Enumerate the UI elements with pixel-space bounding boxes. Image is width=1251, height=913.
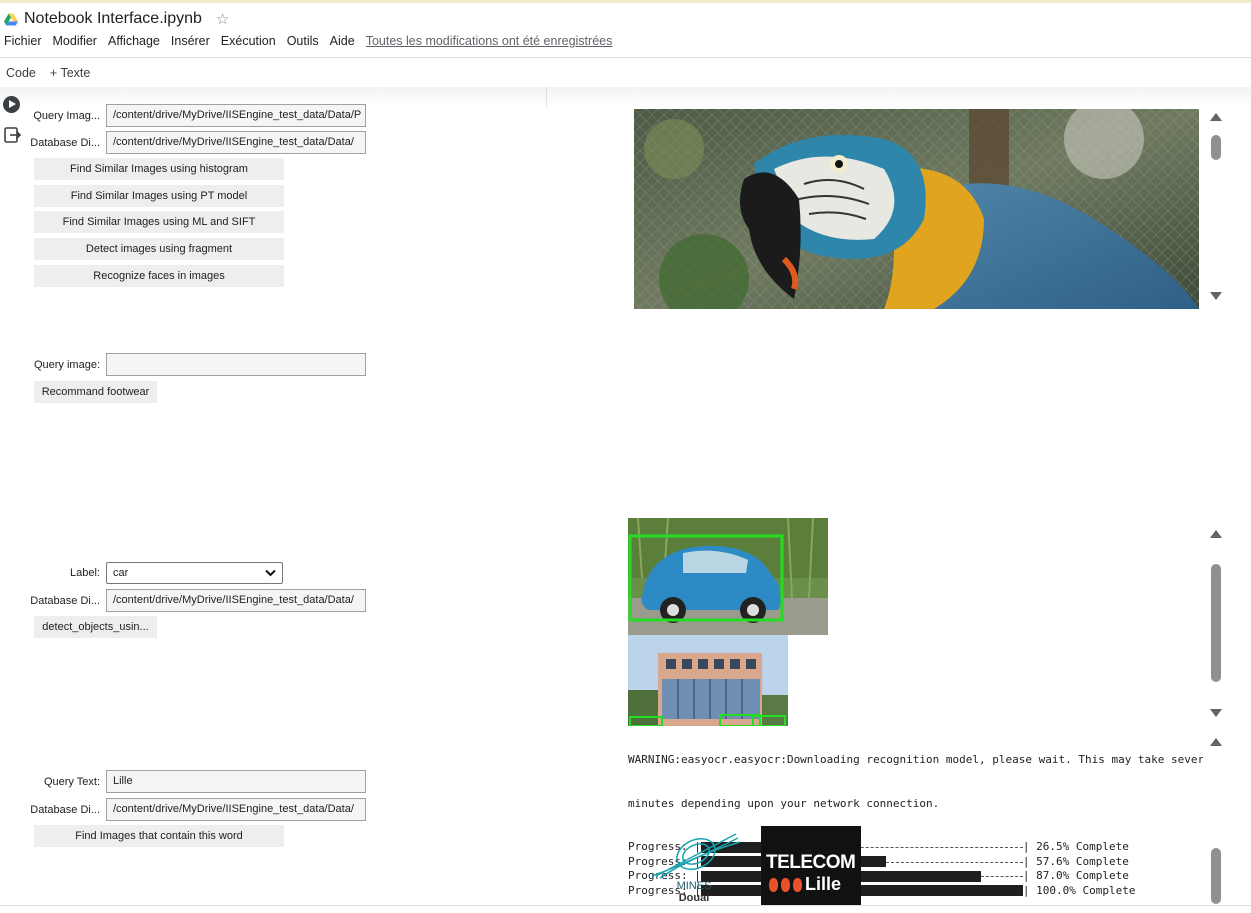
label-select[interactable]: car bbox=[106, 562, 283, 584]
output1-scrollbar[interactable] bbox=[1206, 109, 1226, 309]
warning-line-1: WARNING:easyocr.easyocr:Downloading reco… bbox=[628, 753, 1203, 766]
footwear-query-input[interactable] bbox=[106, 353, 366, 376]
database-dir-input-2[interactable]: /content/drive/MyDrive/IISEngine_test_da… bbox=[106, 589, 366, 612]
progress-suffix: | 87.0% Complete bbox=[1022, 869, 1129, 882]
scroll-thumb[interactable] bbox=[1211, 564, 1221, 682]
warning-line-2: minutes depending upon your network conn… bbox=[628, 796, 940, 810]
telecom-dots bbox=[769, 878, 802, 892]
fragment-button[interactable]: Detect images using fragment bbox=[34, 238, 284, 260]
query-text-label: Query Text: bbox=[43, 775, 100, 788]
cell-divider bbox=[546, 87, 547, 107]
menu-modifier[interactable]: Modifier bbox=[53, 34, 97, 48]
query-text-input[interactable]: Lille bbox=[106, 770, 366, 793]
cell-toolbar: Code + Texte bbox=[0, 57, 1251, 87]
detect-objects-button[interactable]: detect_objects_usin... bbox=[34, 616, 157, 638]
database-dir-row-3: Database Di... /content/drive/MyDrive/II… bbox=[0, 798, 366, 821]
query-image-label: Query Imag... bbox=[33, 109, 100, 122]
lille-text: Lille bbox=[805, 874, 842, 894]
menu-aide[interactable]: Aide bbox=[330, 34, 355, 48]
mines-douai-logo: MINES Douai bbox=[650, 832, 742, 906]
progress-bar bbox=[700, 870, 1023, 882]
label-row: Label: car bbox=[0, 562, 283, 584]
progress-suffix: | 57.6% Complete bbox=[1022, 854, 1129, 868]
douai-text: Douai bbox=[678, 892, 710, 904]
progress-fill bbox=[700, 885, 1023, 897]
bottom-border bbox=[0, 905, 1251, 906]
title-row: Notebook Interface.ipynb ☆ bbox=[4, 8, 229, 30]
footwear-query-label: Query image: bbox=[33, 358, 100, 371]
progress-suffix: | 100.0% Complete bbox=[1022, 883, 1136, 897]
drive-logo-icon bbox=[4, 13, 18, 25]
top-accent-strip bbox=[0, 0, 1251, 3]
telecom-text: TELECOM bbox=[766, 852, 856, 873]
notebook-title[interactable]: Notebook Interface.ipynb bbox=[24, 10, 202, 28]
database-dir-row: Database Di... /content/drive/MyDrive/II… bbox=[0, 131, 366, 154]
histogram-button[interactable]: Find Similar Images using histogram bbox=[34, 158, 284, 180]
label-select-value: car bbox=[113, 567, 129, 579]
menu-fichier[interactable]: Fichier bbox=[4, 34, 42, 48]
progress-bar bbox=[700, 841, 1023, 853]
database-dir-label-3: Database Di... bbox=[30, 803, 100, 816]
ml-sift-button[interactable]: Find Similar Images using ML and SIFT bbox=[34, 211, 284, 233]
find-word-button[interactable]: Find Images that contain this word bbox=[34, 825, 284, 847]
database-dir-label-2: Database Di... bbox=[30, 594, 100, 607]
menu-inserer[interactable]: Insérer bbox=[171, 34, 210, 48]
scroll-down-icon[interactable] bbox=[1210, 709, 1222, 717]
database-dir-label: Database Di... bbox=[30, 136, 100, 149]
mines-text: MINES bbox=[676, 880, 712, 892]
scroll-thumb[interactable] bbox=[1211, 848, 1221, 904]
star-icon[interactable]: ☆ bbox=[216, 10, 229, 28]
progress-remaining bbox=[980, 876, 1023, 878]
menu-bar: Fichier Modifier Affichage Insérer Exécu… bbox=[4, 34, 612, 48]
query-text-row: Query Text: Lille bbox=[0, 770, 366, 793]
chevron-down-icon bbox=[265, 569, 276, 577]
output4-scrollbar[interactable] bbox=[1206, 736, 1226, 906]
scroll-up-icon[interactable] bbox=[1210, 113, 1222, 121]
progress-suffix: | 26.5% Complete bbox=[1022, 840, 1129, 853]
scroll-up-icon[interactable] bbox=[1210, 530, 1222, 538]
footwear-query-row: Query image: bbox=[0, 353, 366, 376]
progress-remaining bbox=[885, 861, 1023, 863]
progress-bar bbox=[700, 885, 1023, 897]
car-detection-image bbox=[628, 518, 828, 635]
menu-affichage[interactable]: Affichage bbox=[108, 34, 160, 48]
database-dir-row-2: Database Di... /content/drive/MyDrive/II… bbox=[0, 589, 366, 612]
scroll-down-icon[interactable] bbox=[1210, 292, 1222, 300]
add-text-button[interactable]: + Texte bbox=[50, 66, 90, 80]
query-image-row: Query Imag... /content/drive/MyDrive/IIS… bbox=[0, 104, 366, 127]
scroll-thumb[interactable] bbox=[1211, 135, 1221, 160]
database-dir-input[interactable]: /content/drive/MyDrive/IISEngine_test_da… bbox=[106, 131, 366, 154]
query-image-input[interactable]: /content/drive/MyDrive/IISEngine_test_da… bbox=[106, 104, 366, 127]
menu-outils[interactable]: Outils bbox=[287, 34, 319, 48]
progress-bar bbox=[700, 856, 1023, 868]
parrot-result-image bbox=[634, 109, 1199, 309]
building-detection-image bbox=[628, 635, 788, 726]
output3-scrollbar[interactable] bbox=[1206, 526, 1226, 719]
saved-status-link[interactable]: Toutes les modifications ont été enregis… bbox=[366, 34, 613, 48]
recommand-footwear-button[interactable]: Recommand footwear bbox=[34, 381, 157, 403]
add-code-button[interactable]: Code bbox=[6, 66, 36, 80]
recognize-faces-button[interactable]: Recognize faces in images bbox=[34, 265, 284, 287]
label-label: Label: bbox=[70, 567, 100, 579]
menu-execution[interactable]: Exécution bbox=[221, 34, 276, 48]
telecom-lille-logo: TELECOM Lille bbox=[761, 826, 861, 906]
scroll-up-icon[interactable] bbox=[1210, 738, 1222, 746]
pt-model-button[interactable]: Find Similar Images using PT model bbox=[34, 185, 284, 207]
database-dir-input-3[interactable]: /content/drive/MyDrive/IISEngine_test_da… bbox=[106, 798, 366, 821]
